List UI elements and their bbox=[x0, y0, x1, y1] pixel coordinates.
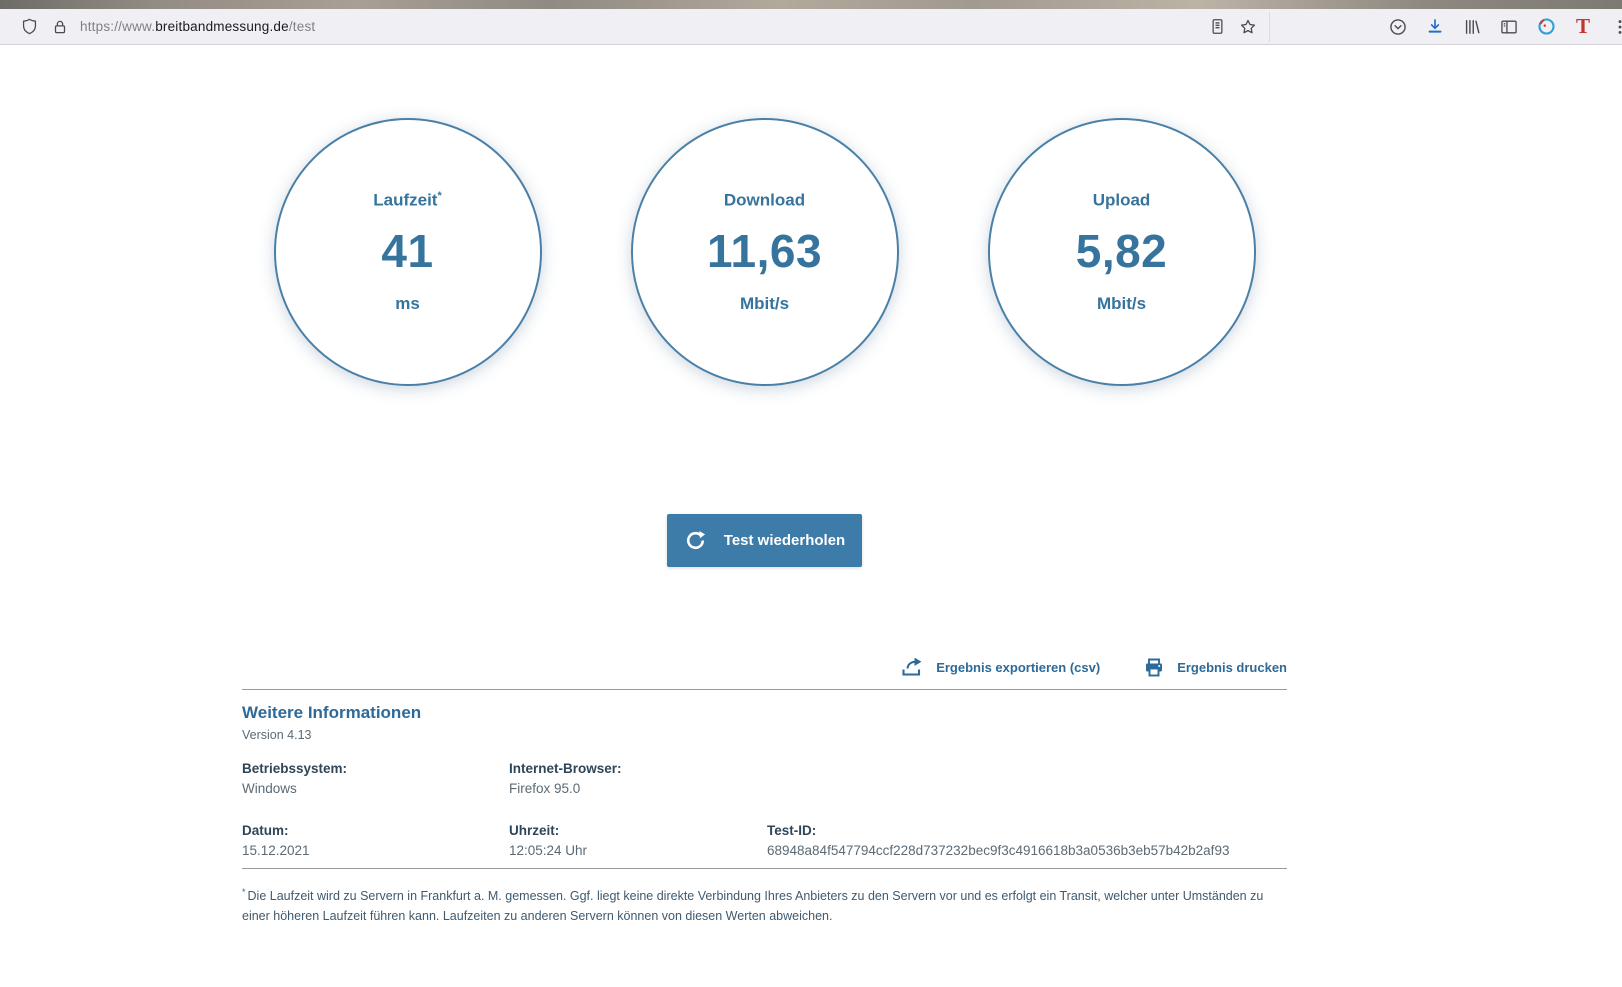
browser-toolbar: https://www.breitbandmessung.de/test bbox=[0, 9, 1622, 45]
divider-bottom bbox=[242, 868, 1287, 869]
result-actions-row: Ergebnis exportieren (csv) Ergebnis druc… bbox=[242, 655, 1287, 679]
result-circle-laufzeit: Laufzeit* 41 ms bbox=[274, 118, 542, 386]
menu-kebab-icon[interactable] bbox=[1609, 16, 1622, 38]
info-row-2: Datum: 15.12.2021 Uhrzeit: 12:05:24 Uhr … bbox=[242, 823, 1287, 858]
result-unit: Mbit/s bbox=[740, 294, 789, 314]
print-link[interactable]: Ergebnis drucken bbox=[1142, 655, 1287, 679]
browser-window: https://www.breitbandmessung.de/test bbox=[0, 0, 1622, 987]
field-test-id: Test-ID: 68948a84f547794ccf228d737232bec… bbox=[767, 823, 1287, 858]
result-label: Laufzeit* bbox=[373, 190, 442, 211]
version-text: Version 4.13 bbox=[242, 728, 1287, 742]
field-label: Uhrzeit: bbox=[509, 823, 767, 838]
sidebar-icon[interactable] bbox=[1498, 16, 1520, 38]
extension-circle-icon[interactable] bbox=[1535, 16, 1557, 38]
field-betriebssystem: Betriebssystem: Windows bbox=[242, 761, 509, 796]
result-circle-download: Download 11,63 Mbit/s bbox=[631, 118, 899, 386]
field-label: Internet-Browser: bbox=[509, 761, 767, 776]
field-value: Firefox 95.0 bbox=[509, 781, 767, 796]
field-value: 12:05:24 Uhr bbox=[509, 843, 767, 858]
footnote-marker: * bbox=[242, 887, 246, 897]
result-label: Download bbox=[724, 190, 805, 211]
field-label: Datum: bbox=[242, 823, 509, 838]
field-label: Test-ID: bbox=[767, 823, 1287, 838]
print-label: Ergebnis drucken bbox=[1177, 660, 1287, 675]
url-text: https://www.breitbandmessung.de/test bbox=[80, 19, 315, 34]
shield-icon[interactable] bbox=[18, 16, 40, 38]
page-content: Laufzeit* 41 ms Download 11,63 Mbit/s Up… bbox=[0, 45, 1622, 926]
url-path: /test bbox=[289, 19, 316, 34]
asterisk-marker: * bbox=[437, 190, 441, 202]
url-bar[interactable]: https://www.breitbandmessung.de/test bbox=[8, 12, 1270, 42]
url-domain: breitbandmessung.de bbox=[155, 19, 289, 34]
field-label: Betriebssystem: bbox=[242, 761, 509, 776]
result-label: Upload bbox=[1093, 190, 1151, 211]
bookmark-star-icon[interactable] bbox=[1237, 16, 1259, 38]
library-icon[interactable] bbox=[1461, 16, 1483, 38]
footnote-text: Die Laufzeit wird zu Servern in Frankfur… bbox=[242, 889, 1263, 922]
pocket-icon[interactable] bbox=[1387, 16, 1409, 38]
download-icon[interactable] bbox=[1424, 16, 1446, 38]
export-csv-link[interactable]: Ergebnis exportieren (csv) bbox=[899, 655, 1100, 679]
field-internet-browser: Internet-Browser: Firefox 95.0 bbox=[509, 761, 767, 796]
more-info-heading: Weitere Informationen bbox=[242, 703, 1287, 723]
results-row: Laufzeit* 41 ms Download 11,63 Mbit/s Up… bbox=[242, 45, 1287, 386]
repeat-test-button[interactable]: Test wiederholen bbox=[667, 514, 862, 567]
url-prefix: https://www. bbox=[80, 19, 155, 34]
result-value: 11,63 bbox=[707, 224, 822, 278]
info-row-1: Betriebssystem: Windows Internet-Browser… bbox=[242, 761, 1287, 796]
printer-icon bbox=[1142, 655, 1166, 679]
refresh-icon bbox=[684, 529, 707, 552]
reader-mode-icon[interactable] bbox=[1206, 16, 1228, 38]
result-value: 41 bbox=[381, 224, 433, 278]
extension-t-icon[interactable]: T bbox=[1572, 16, 1594, 38]
result-value: 5,82 bbox=[1076, 224, 1168, 278]
divider-top bbox=[242, 689, 1287, 690]
repeat-test-label: Test wiederholen bbox=[724, 532, 845, 549]
result-unit: Mbit/s bbox=[1097, 294, 1146, 314]
field-uhrzeit: Uhrzeit: 12:05:24 Uhr bbox=[509, 823, 767, 858]
result-unit: ms bbox=[395, 294, 420, 314]
window-top-edge bbox=[0, 0, 1622, 9]
export-icon bbox=[899, 655, 925, 679]
field-value: 68948a84f547794ccf228d737232bec9f3c49166… bbox=[767, 843, 1287, 858]
field-datum: Datum: 15.12.2021 bbox=[242, 823, 509, 858]
field-value: 15.12.2021 bbox=[242, 843, 509, 858]
laufzeit-footnote: *Die Laufzeit wird zu Servern in Frankfu… bbox=[242, 886, 1287, 926]
result-circle-upload: Upload 5,82 Mbit/s bbox=[988, 118, 1256, 386]
lock-icon[interactable] bbox=[49, 16, 71, 38]
field-value: Windows bbox=[242, 781, 509, 796]
toolbar-icon-cluster: T bbox=[1371, 16, 1618, 38]
export-csv-label: Ergebnis exportieren (csv) bbox=[936, 660, 1100, 675]
